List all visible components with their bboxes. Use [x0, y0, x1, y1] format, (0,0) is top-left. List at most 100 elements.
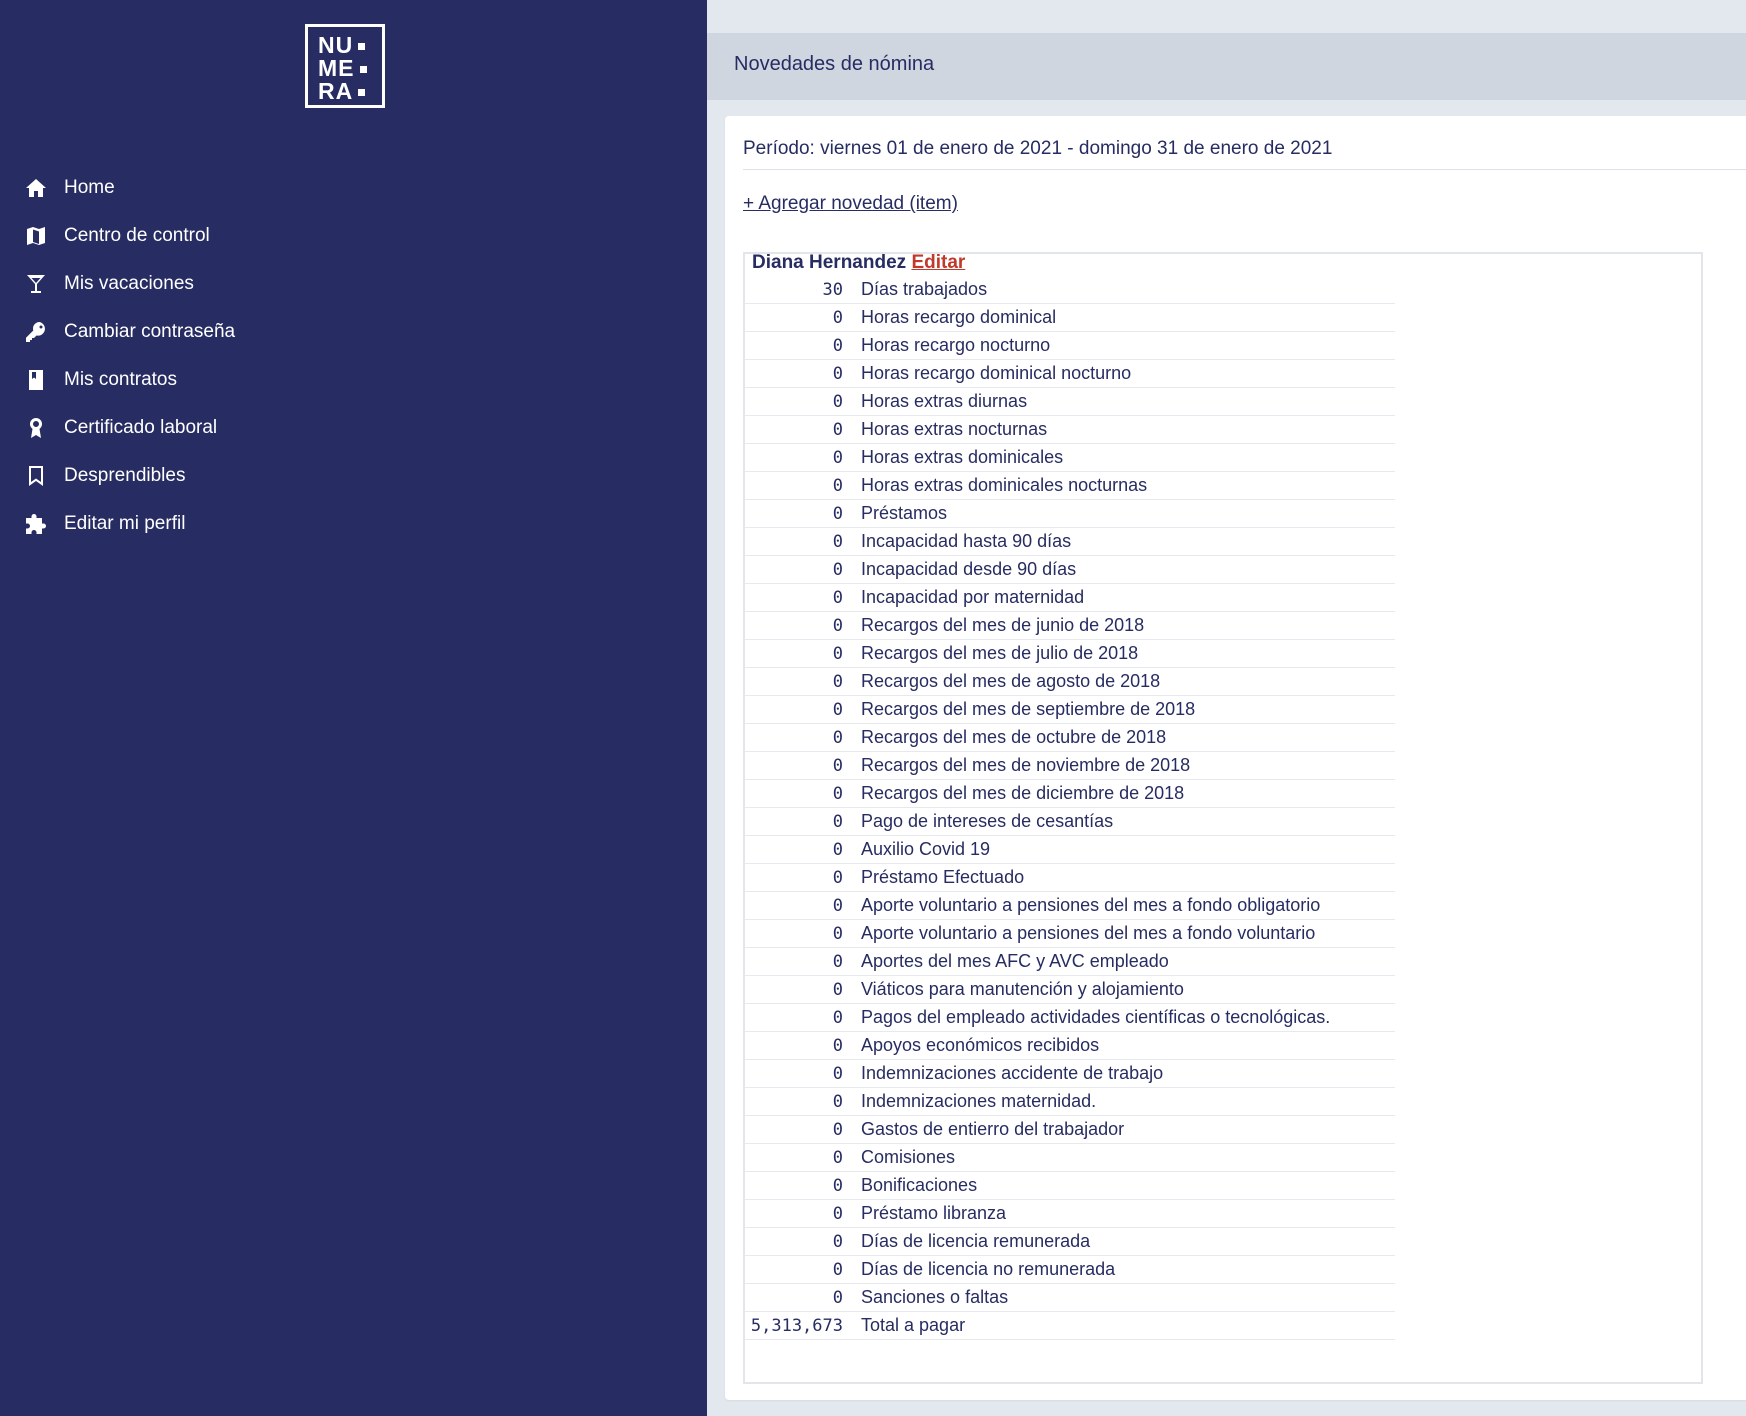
- list-item: 0 Recargos del mes de octubre de 2018: [743, 724, 1395, 752]
- list-item: 0 Pago de intereses de cesantías: [743, 808, 1395, 836]
- logo-line-3: RA: [318, 78, 354, 104]
- item-label: Indemnizaciones accidente de trabajo: [861, 1063, 1164, 1083]
- list-item: 0 Auxilio Covid 19: [743, 836, 1395, 864]
- list-item: 0 Días de licencia remunerada: [743, 1228, 1395, 1256]
- sidebar-item-label: Home: [64, 177, 115, 198]
- list-item: 0 Horas extras dominicales: [743, 444, 1395, 472]
- page-header: Novedades de nómina: [707, 33, 1746, 100]
- award-icon: [22, 414, 50, 442]
- sidebar-item-centro-de-control[interactable]: Centro de control: [22, 216, 210, 256]
- item-value: 0: [832, 1231, 843, 1252]
- item-value: 0: [832, 587, 843, 608]
- divider: [743, 169, 1746, 170]
- item-value: 0: [832, 1203, 843, 1224]
- item-label: Aporte voluntario a pensiones del mes a …: [861, 895, 1321, 915]
- list-item: 0 Días de licencia no remunerada: [743, 1256, 1395, 1284]
- sidebar-item-label: Certificado laboral: [64, 417, 218, 438]
- sidebar-item-editar-mi-perfil[interactable]: Editar mi perfil: [22, 504, 185, 544]
- list-item: 0 Incapacidad hasta 90 días: [743, 528, 1395, 556]
- item-label: Comisiones: [861, 1147, 956, 1167]
- item-label: Recargos del mes de septiembre de 2018: [861, 699, 1196, 719]
- sidebar-item-cambiar-contrasena[interactable]: Cambiar contraseña: [22, 312, 235, 352]
- list-item: 0 Aportes del mes AFC y AVC empleado: [743, 948, 1395, 976]
- list-item: 0 Horas extras nocturnas: [743, 416, 1395, 444]
- item-value: 0: [832, 419, 843, 440]
- book-icon: [22, 366, 50, 394]
- sidebar-item-label: Desprendibles: [64, 465, 186, 486]
- numera-logo[interactable]: NU ME RA: [305, 24, 385, 108]
- item-value: 0: [832, 1259, 843, 1280]
- item-label: Préstamo libranza: [861, 1203, 1007, 1223]
- item-label: Gastos de entierro del trabajador: [861, 1119, 1125, 1139]
- puzzle-icon: [22, 510, 50, 538]
- list-item: 0 Indemnizaciones accidente de trabajo: [743, 1060, 1395, 1088]
- list-item: 0 Horas recargo dominical nocturno: [743, 360, 1395, 388]
- page-title: Novedades de nómina: [734, 53, 935, 75]
- sidebar-item-label: Editar mi perfil: [64, 513, 186, 534]
- sidebar-item-label: Centro de control: [64, 225, 210, 246]
- item-value: 0: [832, 755, 843, 776]
- sidebar-item-label: Mis vacaciones: [64, 273, 194, 294]
- add-novedad-link[interactable]: + Agregar novedad (item): [743, 193, 958, 215]
- item-label: Incapacidad hasta 90 días: [861, 531, 1072, 551]
- item-value: 0: [832, 447, 843, 468]
- list-item: 0 Préstamo libranza: [743, 1200, 1395, 1228]
- item-label: Total a pagar: [861, 1315, 966, 1335]
- key-icon: [22, 318, 50, 346]
- list-item: 0 Recargos del mes de junio de 2018: [743, 612, 1395, 640]
- item-label: Horas extras diurnas: [861, 391, 1028, 411]
- item-label: Sanciones o faltas: [861, 1287, 1009, 1307]
- item-value: 0: [832, 895, 843, 916]
- item-value: 0: [832, 811, 843, 832]
- item-value: 0: [832, 643, 843, 664]
- item-value: 0: [832, 559, 843, 580]
- employee-header: Diana Hernandez Editar: [752, 252, 965, 274]
- logo-square-icon: [358, 89, 366, 97]
- bookmark-icon: [22, 462, 50, 490]
- item-value: 0: [832, 1119, 843, 1140]
- item-label: Incapacidad por maternidad: [861, 587, 1085, 607]
- list-item: 0 Viáticos para manutención y alojamiento: [743, 976, 1395, 1004]
- edit-employee-link[interactable]: Editar: [911, 252, 965, 273]
- item-label: Apoyos económicos recibidos: [861, 1035, 1100, 1055]
- item-value: 0: [832, 671, 843, 692]
- item-label: Horas recargo dominical: [861, 307, 1057, 327]
- list-item: 5,313,673 Total a pagar: [743, 1312, 1395, 1340]
- item-value: 0: [832, 867, 843, 888]
- item-value: 0: [832, 727, 843, 748]
- list-item: 0 Recargos del mes de agosto de 2018: [743, 668, 1395, 696]
- list-item: 0 Recargos del mes de noviembre de 2018: [743, 752, 1395, 780]
- item-label: Pagos del empleado actividades científic…: [861, 1007, 1331, 1027]
- cocktail-icon: [22, 270, 50, 298]
- item-value: 0: [832, 615, 843, 636]
- item-label: Bonificaciones: [861, 1175, 978, 1195]
- list-item: 0 Recargos del mes de diciembre de 2018: [743, 780, 1395, 808]
- item-label: Horas extras dominicales nocturnas: [861, 475, 1148, 495]
- item-value: 0: [832, 1063, 843, 1084]
- item-value: 0: [832, 1287, 843, 1308]
- item-value: 0: [832, 839, 843, 860]
- item-value: 0: [832, 363, 843, 384]
- item-value: 0: [832, 475, 843, 496]
- list-item: 0 Horas extras diurnas: [743, 388, 1395, 416]
- sidebar-item-mis-contratos[interactable]: Mis contratos: [22, 360, 177, 400]
- item-label: Aporte voluntario a pensiones del mes a …: [861, 923, 1316, 943]
- item-value: 5,313,673: [750, 1315, 843, 1336]
- sidebar-item-certificado-laboral[interactable]: Certificado laboral: [22, 408, 217, 448]
- list-item: 0 Préstamos: [743, 500, 1395, 528]
- item-value: 0: [832, 1007, 843, 1028]
- sidebar-item-home[interactable]: Home: [22, 168, 115, 208]
- list-item: 0 Bonificaciones: [743, 1172, 1395, 1200]
- sidebar-item-desprendibles[interactable]: Desprendibles: [22, 456, 185, 496]
- list-item: 0 Aporte voluntario a pensiones del mes a…: [743, 892, 1395, 920]
- item-value: 0: [832, 391, 843, 412]
- item-label: Recargos del mes de noviembre de 2018: [861, 755, 1191, 775]
- employee-name: Diana Hernandez: [752, 252, 907, 273]
- list-item: 0 Horas recargo nocturno: [743, 332, 1395, 360]
- item-label: Viáticos para manutención y alojamiento: [861, 979, 1184, 999]
- item-value: 0: [832, 307, 843, 328]
- logo-square-icon: [359, 66, 367, 74]
- list-item: 0 Incapacidad desde 90 días: [743, 556, 1395, 584]
- sidebar-item-mis-vacaciones[interactable]: Mis vacaciones: [22, 264, 194, 304]
- list-item: 0 Aporte voluntario a pensiones del mes a…: [743, 920, 1395, 948]
